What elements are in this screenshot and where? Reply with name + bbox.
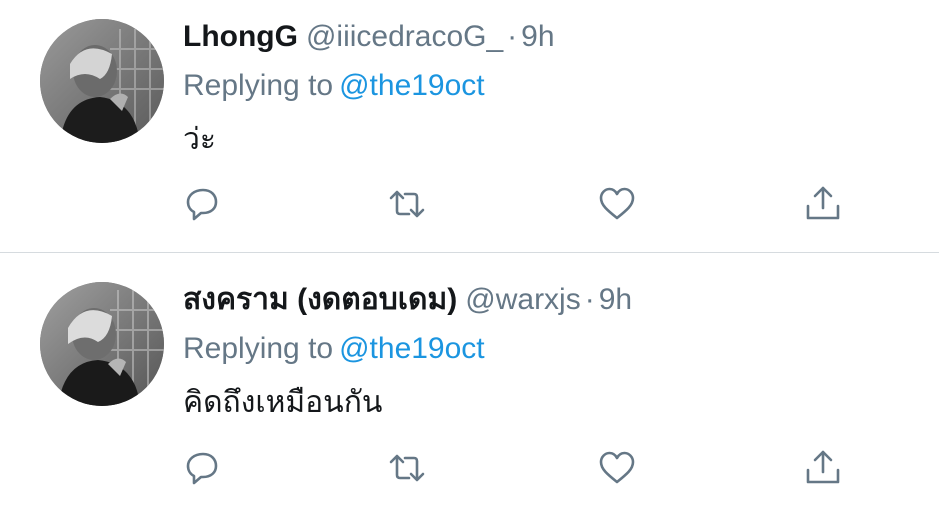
replying-to-label: Replying to: [183, 69, 334, 102]
user-handle[interactable]: @iiicedracoG_: [306, 20, 503, 53]
share-icon[interactable]: [803, 184, 843, 224]
display-name[interactable]: สงคราม (งดตอบเดม): [183, 283, 457, 316]
tweet[interactable]: สงคราม (งดตอบเดม) @warxjs · 9h Replying to @…: [0, 253, 939, 510]
avatar[interactable]: [40, 19, 164, 143]
mention-link[interactable]: @the19oct: [339, 69, 485, 102]
avatar[interactable]: [40, 282, 164, 406]
like-icon[interactable]: [597, 448, 637, 488]
timestamp[interactable]: 9h: [599, 283, 632, 316]
tweet-text: ว่ะ: [183, 123, 216, 156]
tweet-text: คิดถึงเหมือนกัน: [183, 386, 383, 419]
mention-link[interactable]: @the19oct: [339, 332, 485, 365]
like-icon[interactable]: [597, 184, 637, 224]
reply-icon[interactable]: [183, 184, 223, 224]
tweet[interactable]: LhongG @iiicedracoG_ · 9h Replying to @the19…: [0, 0, 939, 252]
user-handle[interactable]: @warxjs: [465, 283, 580, 316]
action-bar: [183, 184, 883, 224]
timestamp[interactable]: 9h: [521, 20, 554, 53]
share-icon[interactable]: [803, 448, 843, 488]
separator-dot: ·: [507, 20, 518, 53]
replying-to-line: Replying to @the19oct: [183, 66, 919, 106]
reply-icon[interactable]: [183, 448, 223, 488]
retweet-icon[interactable]: [387, 448, 427, 488]
replying-to-line: Replying to @the19oct: [183, 329, 919, 369]
display-name[interactable]: LhongG: [183, 20, 298, 53]
replying-to-label: Replying to: [183, 332, 334, 365]
separator-dot: ·: [584, 283, 595, 316]
retweet-icon[interactable]: [387, 184, 427, 224]
action-bar: [183, 448, 883, 488]
